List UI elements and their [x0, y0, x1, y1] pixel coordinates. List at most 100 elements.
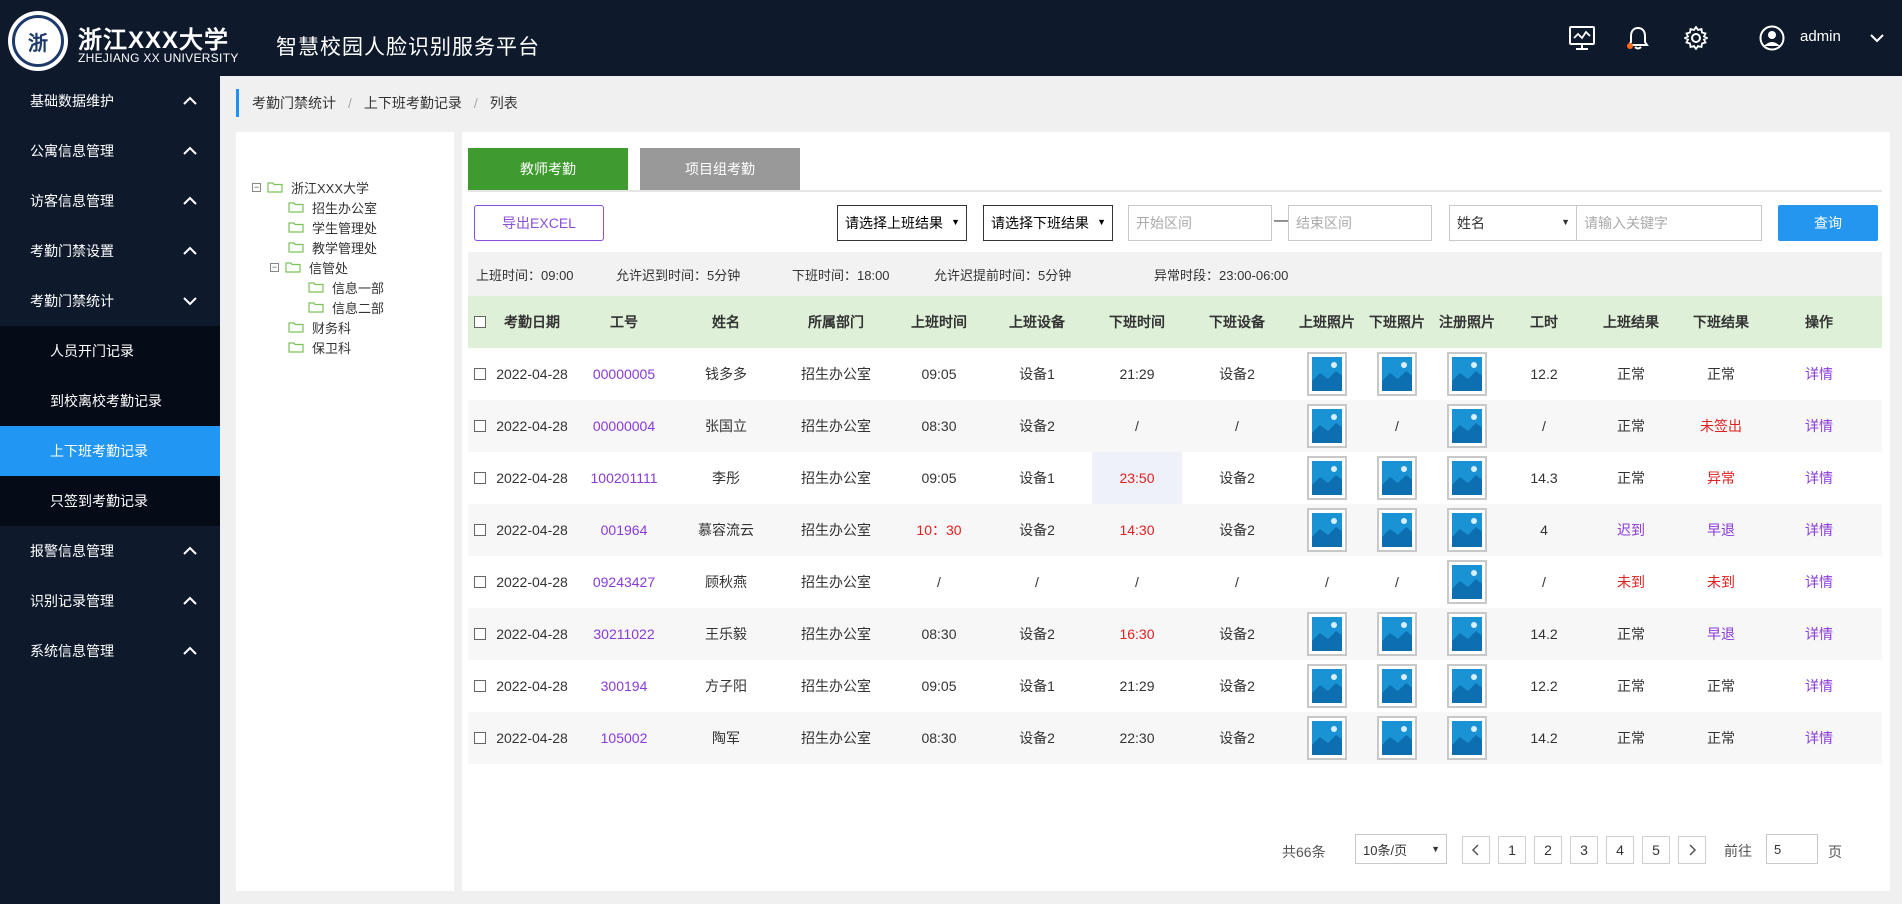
photo-thumbnail[interactable] [1377, 664, 1417, 708]
tree-node-dept[interactable]: 保卫科 [288, 338, 351, 356]
tree-node-subdept[interactable]: 信息一部 [308, 278, 384, 296]
tree-collapse-icon[interactable]: − [270, 262, 279, 272]
cell-checkout-time: 21:29 [1092, 348, 1182, 400]
row-checkbox[interactable] [474, 524, 486, 536]
cell-detail-link[interactable]: 详情 [1766, 504, 1872, 556]
cell-detail-link[interactable]: 详情 [1766, 348, 1872, 400]
photo-thumbnail[interactable] [1377, 352, 1417, 396]
next-page-button[interactable] [1678, 836, 1706, 864]
search-field-select[interactable]: 姓名 ▼ [1449, 205, 1577, 241]
checkout-result-select[interactable]: 请选择下班结果 ▼ [983, 205, 1113, 241]
monitor-icon[interactable] [1568, 24, 1596, 52]
cell-employee-id[interactable]: 30211022 [572, 608, 676, 660]
photo-thumbnail[interactable] [1447, 664, 1487, 708]
row-checkbox[interactable] [474, 472, 486, 484]
photo-thumbnail[interactable] [1447, 456, 1487, 500]
photo-thumbnail[interactable] [1377, 612, 1417, 656]
row-checkbox[interactable] [474, 420, 486, 432]
row-checkbox[interactable] [474, 628, 486, 640]
breadcrumb-item[interactable]: 上下班考勤记录 [364, 93, 462, 113]
sidebar-item-visitor[interactable]: 访客信息管理 [0, 176, 220, 226]
tree-collapse-icon[interactable]: − [252, 182, 261, 192]
sidebar-item-apartment[interactable]: 公寓信息管理 [0, 126, 220, 176]
photo-thumbnail[interactable] [1377, 456, 1417, 500]
cell-checkin-photo [1292, 608, 1362, 660]
photo-thumbnail[interactable] [1447, 716, 1487, 760]
row-checkbox[interactable] [474, 680, 486, 692]
photo-thumbnail[interactable] [1307, 404, 1347, 448]
photo-thumbnail[interactable] [1447, 560, 1487, 604]
tree-node-dept[interactable]: 财务科 [288, 318, 351, 336]
sidebar-subitem-door-records[interactable]: 人员开门记录 [0, 326, 220, 376]
photo-thumbnail[interactable] [1447, 612, 1487, 656]
gear-icon[interactable] [1682, 24, 1710, 52]
page-button[interactable]: 4 [1606, 836, 1634, 864]
user-name[interactable]: admin [1800, 28, 1841, 45]
sidebar-item-attendance-settings[interactable]: 考勤门禁设置 [0, 226, 220, 276]
photo-thumbnail[interactable] [1377, 716, 1417, 760]
breadcrumb-item[interactable]: 考勤门禁统计 [252, 93, 336, 113]
export-excel-button[interactable]: 导出EXCEL [474, 205, 604, 241]
page-button[interactable]: 1 [1498, 836, 1526, 864]
cell-employee-id[interactable]: 300194 [572, 660, 676, 712]
cell-detail-link[interactable]: 详情 [1766, 712, 1872, 764]
cell-detail-link[interactable]: 详情 [1766, 608, 1872, 660]
cell-employee-id[interactable]: 105002 [572, 712, 676, 764]
photo-thumbnail[interactable] [1447, 508, 1487, 552]
bell-icon[interactable] [1624, 24, 1652, 52]
photo-thumbnail[interactable] [1447, 404, 1487, 448]
select-all-checkbox[interactable] [474, 316, 486, 328]
cell-employee-id[interactable]: 09243427 [572, 556, 676, 608]
photo-thumbnail[interactable] [1447, 352, 1487, 396]
tree-node-dept[interactable]: 教学管理处 [288, 238, 377, 256]
cell-employee-id[interactable]: 00000004 [572, 400, 676, 452]
row-checkbox[interactable] [474, 576, 486, 588]
start-range-input[interactable]: 开始区间 [1128, 205, 1272, 241]
sidebar-subitem-school-attendance[interactable]: 到校离校考勤记录 [0, 376, 220, 426]
row-checkbox[interactable] [474, 732, 486, 744]
tree-node-dept[interactable]: 招生办公室 [288, 198, 377, 216]
cell-employee-id[interactable]: 100201111 [572, 452, 676, 504]
keyword-input[interactable]: 请输入关键字 [1576, 205, 1762, 241]
photo-thumbnail[interactable] [1377, 508, 1417, 552]
sidebar-item-alarm[interactable]: 报警信息管理 [0, 526, 220, 576]
cell-checkout-device-text: 设备2 [1219, 678, 1255, 694]
page-size-select[interactable]: 10条/页 ▼ [1355, 834, 1447, 864]
sidebar-subitem-work-attendance[interactable]: 上下班考勤记录 [0, 426, 220, 476]
photo-thumbnail[interactable] [1307, 716, 1347, 760]
sidebar-item-attendance-stats[interactable]: 考勤门禁统计 [0, 276, 220, 326]
cell-checkin-photo [1292, 712, 1362, 764]
cell-employee-id[interactable]: 00000005 [572, 348, 676, 400]
tree-node-dept[interactable]: − 信管处 [270, 258, 348, 276]
cell-detail-link[interactable]: 详情 [1766, 556, 1872, 608]
sidebar-subitem-signin-only[interactable]: 只签到考勤记录 [0, 476, 220, 526]
photo-thumbnail[interactable] [1307, 664, 1347, 708]
tree-node-dept[interactable]: 学生管理处 [288, 218, 377, 236]
chevron-down-icon[interactable] [1868, 24, 1886, 52]
tab-teacher-attendance[interactable]: 教师考勤 [468, 148, 628, 190]
goto-page-input[interactable]: 5 [1766, 834, 1818, 864]
photo-thumbnail[interactable] [1307, 456, 1347, 500]
page-button[interactable]: 5 [1642, 836, 1670, 864]
page-button[interactable]: 2 [1534, 836, 1562, 864]
tab-project-attendance[interactable]: 项目组考勤 [640, 148, 800, 190]
query-button[interactable]: 查询 [1778, 205, 1878, 241]
photo-thumbnail[interactable] [1307, 352, 1347, 396]
cell-detail-link[interactable]: 详情 [1766, 452, 1872, 504]
end-range-input[interactable]: 结束区间 [1288, 205, 1432, 241]
prev-page-button[interactable] [1462, 836, 1490, 864]
user-avatar-icon[interactable] [1758, 24, 1786, 52]
photo-thumbnail[interactable] [1307, 508, 1347, 552]
page-button[interactable]: 3 [1570, 836, 1598, 864]
sidebar-item-basic-data[interactable]: 基础数据维护 [0, 76, 220, 126]
tree-node-root[interactable]: − 浙江XXX大学 [252, 178, 369, 196]
sidebar-item-recognition[interactable]: 识别记录管理 [0, 576, 220, 626]
sidebar-item-system[interactable]: 系统信息管理 [0, 626, 220, 676]
cell-detail-link[interactable]: 详情 [1766, 660, 1872, 712]
photo-thumbnail[interactable] [1307, 612, 1347, 656]
cell-detail-link[interactable]: 详情 [1766, 400, 1872, 452]
tree-node-subdept[interactable]: 信息二部 [308, 298, 384, 316]
cell-employee-id[interactable]: 001964 [572, 504, 676, 556]
checkin-result-select[interactable]: 请选择上班结果 ▼ [837, 205, 967, 241]
row-checkbox[interactable] [474, 368, 486, 380]
